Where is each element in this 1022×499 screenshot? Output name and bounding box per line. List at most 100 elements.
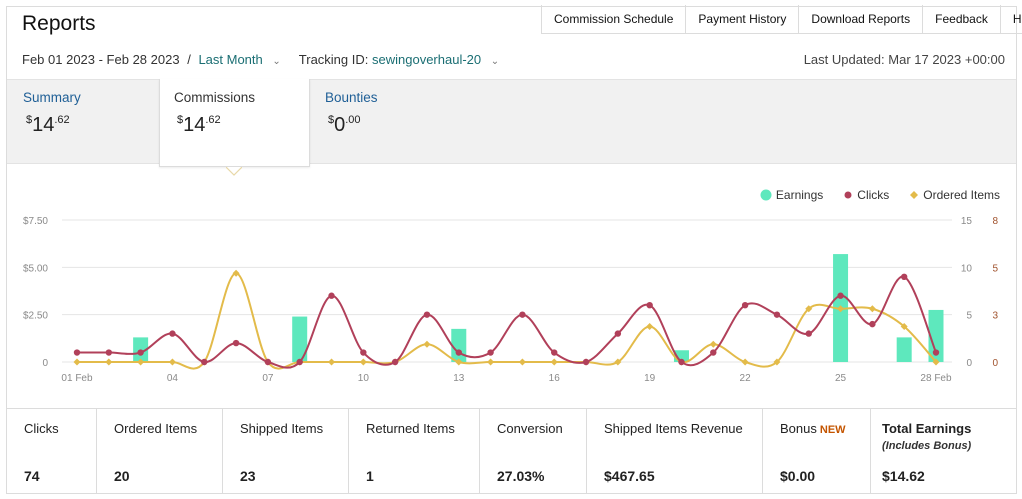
clicks-point: [551, 349, 558, 356]
stat-label: Ordered Items: [114, 421, 198, 436]
feedback-link[interactable]: Feedback: [923, 5, 1001, 33]
tracking-id-value: sewingoverhaul-20: [372, 52, 482, 67]
clicks-point: [869, 320, 876, 328]
clicks-point: [328, 292, 335, 299]
clicks-point: [837, 292, 844, 299]
stat-total-earnings: Total Earnings (Includes Bonus) $14.62: [871, 409, 1016, 494]
tracking-id-label: Tracking ID:: [298, 52, 369, 67]
ordered-items-point: [741, 358, 749, 366]
x-tick-label: 22: [740, 373, 752, 384]
amount-cents: .62: [54, 114, 70, 126]
clicks-point: [614, 330, 622, 337]
clicks-point: [932, 349, 940, 356]
clicks-point: [773, 311, 781, 318]
tab-label: Commissions: [174, 90, 256, 105]
clicks-point: [391, 358, 399, 366]
clicks-line: [77, 275, 937, 369]
stat-value: 74: [24, 468, 40, 484]
clicks-point: [137, 349, 144, 356]
x-tick-label: 01 Feb: [61, 373, 93, 384]
x-tick-label: 19: [644, 373, 656, 384]
clicks-point: [232, 339, 240, 347]
ordered-items-point: [359, 358, 367, 366]
ordered-items-point: [73, 358, 81, 366]
stat-value: 23: [240, 468, 256, 484]
stat-value: 20: [114, 468, 130, 484]
stat-sublabel: (Includes Bonus): [882, 440, 972, 452]
ordered-items-point: [105, 358, 113, 366]
clicks-point: [105, 349, 113, 356]
clicks-point: [741, 302, 749, 309]
stat-bonus: Bonus NEW $0.00: [763, 409, 871, 494]
date-range-selector[interactable]: Feb 01 2023 - Feb 28 2023 / Last Month ⌄: [22, 52, 299, 67]
stat-value: $0.00: [780, 468, 816, 484]
ordered-items-point: [423, 340, 431, 348]
x-tick-label: 04: [167, 373, 179, 384]
y-right-ordered-tick-label: 0: [992, 358, 998, 369]
stat-value: 27.03%: [497, 468, 545, 484]
clicks-point: [360, 349, 367, 356]
amount-cents: .00: [345, 114, 361, 126]
payment-history-link[interactable]: Payment History: [686, 5, 800, 33]
ordered-items-point: [868, 305, 876, 313]
amount-whole: 14: [183, 114, 206, 136]
tab-bounties[interactable]: Bounties $0.00: [311, 79, 461, 164]
stats-bar: Clicks 74 Ordered Items 20 Shipped Items…: [7, 408, 1016, 494]
tab-summary[interactable]: Summary $14.62: [9, 79, 159, 164]
y-right-clicks-tick-label: 10: [961, 263, 973, 274]
clicks-point: [710, 349, 717, 356]
x-tick-label: 07: [262, 373, 274, 384]
y-right-ordered-tick-label: 3: [992, 311, 998, 322]
y-left-tick-label: $7.50: [23, 216, 48, 227]
stat-returned-items: Returned Items 1: [349, 409, 480, 494]
tab-value: $14.62: [177, 114, 221, 137]
ordered-items-line: [76, 272, 937, 370]
new-badge: NEW: [819, 424, 846, 436]
clicks-point: [519, 311, 526, 318]
clicks-point: [201, 358, 208, 366]
clicks-point: [296, 358, 303, 366]
x-tick-label: 28 Feb: [920, 373, 952, 384]
x-tick-label: 13: [453, 373, 465, 384]
ordered-items-point: [709, 340, 717, 348]
stat-label: Returned Items: [366, 421, 455, 436]
x-tick-label: 10: [358, 373, 370, 384]
tracking-id-selector[interactable]: Tracking ID: sewingoverhaul-20 ⌄: [299, 52, 517, 67]
tab-value: $14.62: [26, 114, 70, 137]
stat-label-text: Bonus: [780, 421, 817, 436]
download-reports-link[interactable]: Download Reports: [799, 5, 924, 33]
ordered-items-point: [487, 358, 495, 366]
stat-label: Shipped Items Revenue: [604, 421, 743, 436]
stat-label: Shipped Items: [240, 421, 324, 436]
clicks-point: [73, 349, 81, 356]
stat-label-text: Total Earnings: [882, 421, 972, 436]
period-text: Last Month: [198, 52, 263, 67]
y-right-clicks-tick-label: 5: [966, 311, 972, 322]
y-left-tick-label: $5.00: [23, 263, 48, 274]
earnings-chart: 0 $2.50 $5.00 $7.50 0 5 10 15 0 3 5 8 01 Feb 04 07 10 13…: [23, 216, 998, 384]
help-link[interactable]: Help: [1001, 5, 1022, 33]
tab-value: $0.00: [328, 114, 361, 137]
earnings-bar: [451, 328, 467, 362]
tab-label: Bounties: [325, 90, 378, 105]
ordered-items-point: [550, 358, 558, 366]
amount-whole: 14: [32, 114, 55, 136]
stat-value: 1: [366, 468, 374, 484]
y-right-ordered-tick-label: 5: [992, 263, 998, 274]
chevron-down-icon: ⌄: [490, 56, 500, 67]
tab-commissions[interactable]: Commissions $14.62: [159, 79, 310, 167]
stat-label: Conversion: [497, 421, 563, 436]
clicks-point: [487, 349, 494, 356]
clicks-point: [264, 358, 272, 366]
stat-ordered-items: Ordered Items 20: [97, 409, 223, 494]
commission-schedule-link[interactable]: Commission Schedule: [542, 5, 687, 33]
clicks-point: [169, 330, 176, 337]
stat-shipped-items: Shipped Items 23: [223, 409, 349, 494]
y-right-ordered-tick-label: 8: [992, 216, 998, 227]
filter-bar: Feb 01 2023 - Feb 28 2023 / Last Month ⌄…: [22, 52, 517, 67]
amount-whole: 0: [334, 114, 346, 136]
amount-cents: .62: [205, 114, 221, 126]
stat-label: Total Earnings (Includes Bonus): [882, 421, 971, 452]
stat-conversion: Conversion 27.03%: [480, 409, 587, 494]
clicks-point: [582, 358, 590, 366]
